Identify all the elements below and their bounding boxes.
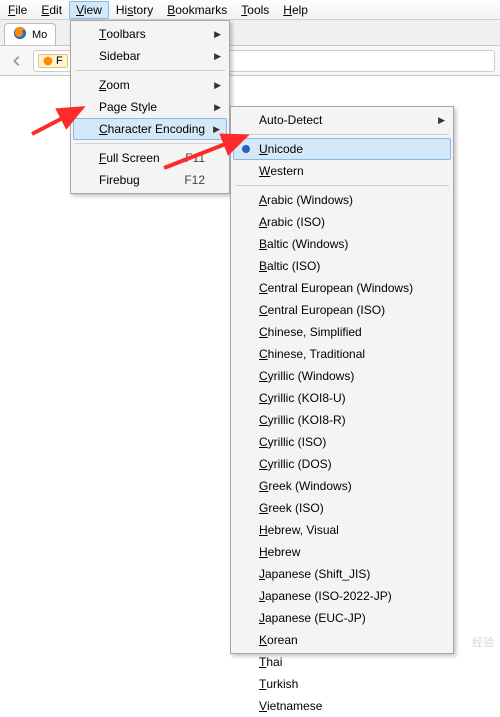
menuitem-encoding[interactable]: Central European (ISO) bbox=[233, 299, 451, 321]
shortcut-label: F12 bbox=[184, 173, 205, 187]
menuitem-firebug[interactable]: FirebugF12 bbox=[73, 169, 227, 191]
menuitem-encoding[interactable]: Vietnamese bbox=[233, 695, 451, 717]
watermark: 经验 bbox=[472, 634, 494, 650]
identity-label: F bbox=[56, 55, 63, 67]
submenu-arrow-icon: ▶ bbox=[214, 51, 221, 62]
menuitem-encoding[interactable]: Cyrillic (KOI8-U) bbox=[233, 387, 451, 409]
menu-bookmarks[interactable]: Bookmarks bbox=[160, 1, 234, 19]
menuitem-encoding[interactable]: Thai bbox=[233, 651, 451, 673]
menu-tools[interactable]: Tools bbox=[234, 1, 276, 19]
menubar: File Edit View History Bookmarks Tools H… bbox=[0, 0, 500, 20]
menuitem-page-style[interactable]: Page Style▶ bbox=[73, 96, 227, 118]
arrow-left-icon bbox=[10, 54, 24, 68]
view-dropdown: Toolbars▶ Sidebar▶ Zoom▶ Page Style▶ Cha… bbox=[70, 20, 230, 194]
tab-title: Mo bbox=[32, 29, 47, 41]
menuitem-encoding[interactable]: Baltic (Windows) bbox=[233, 233, 451, 255]
menuitem-encoding[interactable]: Hebrew bbox=[233, 541, 451, 563]
menuitem-encoding[interactable]: Chinese, Traditional bbox=[233, 343, 451, 365]
identity-box[interactable]: F bbox=[38, 54, 68, 68]
menuitem-encoding[interactable]: Hebrew, Visual bbox=[233, 519, 451, 541]
menuitem-encoding[interactable]: Cyrillic (KOI8-R) bbox=[233, 409, 451, 431]
menu-view[interactable]: View bbox=[69, 1, 109, 19]
menu-help[interactable]: Help bbox=[276, 1, 315, 19]
menuitem-western[interactable]: Western bbox=[233, 160, 451, 182]
menuitem-unicode[interactable]: Unicode bbox=[233, 138, 451, 160]
menuitem-fullscreen[interactable]: Full ScreenF11 bbox=[73, 147, 227, 169]
submenu-arrow-icon: ▶ bbox=[438, 115, 445, 126]
menuitem-encoding[interactable]: Greek (Windows) bbox=[233, 475, 451, 497]
menuitem-encoding[interactable]: Cyrillic (Windows) bbox=[233, 365, 451, 387]
menuitem-encoding[interactable]: Japanese (Shift_JIS) bbox=[233, 563, 451, 585]
menuitem-zoom[interactable]: Zoom▶ bbox=[73, 74, 227, 96]
menu-file[interactable]: File bbox=[1, 1, 34, 19]
menuitem-encoding[interactable]: Greek (ISO) bbox=[233, 497, 451, 519]
menuitem-encoding[interactable]: Chinese, Simplified bbox=[233, 321, 451, 343]
menuitem-encoding[interactable]: Japanese (ISO-2022-JP) bbox=[233, 585, 451, 607]
menuitem-encoding[interactable]: Central European (Windows) bbox=[233, 277, 451, 299]
menu-separator bbox=[75, 143, 225, 144]
firefox-icon bbox=[43, 56, 53, 66]
browser-tab[interactable]: Mo bbox=[4, 23, 56, 45]
encoding-submenu: Auto-Detect▶ Unicode Western Arabic (Win… bbox=[230, 106, 454, 654]
menuitem-encoding[interactable]: Turkish bbox=[233, 673, 451, 695]
menuitem-encoding[interactable]: Cyrillic (DOS) bbox=[233, 453, 451, 475]
firefox-icon bbox=[13, 26, 27, 43]
back-button[interactable] bbox=[5, 49, 29, 73]
menu-separator bbox=[235, 185, 449, 186]
submenu-arrow-icon: ▶ bbox=[214, 29, 221, 40]
menuitem-character-encoding[interactable]: Character Encoding▶ bbox=[73, 118, 227, 140]
radio-selected-icon bbox=[242, 145, 250, 153]
submenu-arrow-icon: ▶ bbox=[214, 102, 221, 113]
menuitem-encoding[interactable]: Arabic (ISO) bbox=[233, 211, 451, 233]
submenu-arrow-icon: ▶ bbox=[213, 124, 220, 135]
menuitem-autodetect[interactable]: Auto-Detect▶ bbox=[233, 109, 451, 131]
menu-edit[interactable]: Edit bbox=[34, 1, 69, 19]
shortcut-label: F11 bbox=[185, 151, 205, 165]
menuitem-encoding[interactable]: Japanese (EUC-JP) bbox=[233, 607, 451, 629]
submenu-arrow-icon: ▶ bbox=[214, 80, 221, 91]
menuitem-encoding[interactable]: Cyrillic (ISO) bbox=[233, 431, 451, 453]
menuitem-sidebar[interactable]: Sidebar▶ bbox=[73, 45, 227, 67]
menuitem-encoding[interactable]: Korean bbox=[233, 629, 451, 651]
menuitem-encoding[interactable]: Arabic (Windows) bbox=[233, 189, 451, 211]
menuitem-encoding[interactable]: Baltic (ISO) bbox=[233, 255, 451, 277]
menu-history[interactable]: History bbox=[109, 1, 160, 19]
menuitem-toolbars[interactable]: Toolbars▶ bbox=[73, 23, 227, 45]
menu-separator bbox=[235, 134, 449, 135]
menu-separator bbox=[75, 70, 225, 71]
